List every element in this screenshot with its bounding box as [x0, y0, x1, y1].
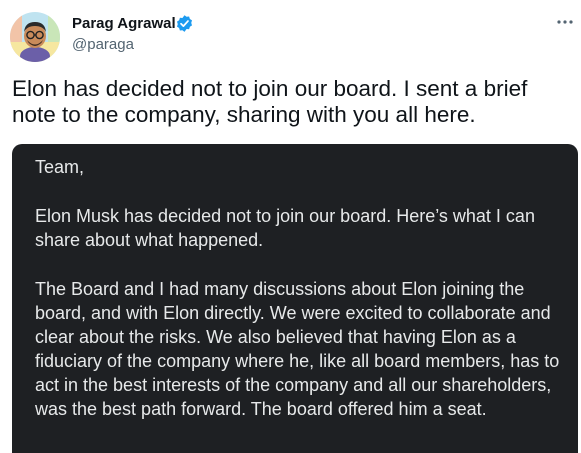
avatar[interactable]	[10, 12, 60, 62]
tweet: Parag Agrawal @paraga Elon has decided n…	[0, 0, 581, 453]
more-options-icon[interactable]	[555, 12, 575, 32]
avatar-image	[10, 12, 60, 62]
tweet-text: Elon has decided not to join our board. …	[12, 76, 528, 127]
note-paragraph: The Board and I had many discussions abo…	[35, 279, 560, 420]
note-greeting: Team,	[35, 157, 85, 177]
author-handle[interactable]: @paraga	[72, 35, 134, 55]
author-name[interactable]: Parag Agrawal	[72, 14, 176, 34]
verified-badge-icon	[176, 15, 193, 32]
note-paragraph: Elon Musk has decided not to join our bo…	[35, 206, 535, 251]
attached-note-image[interactable]: Team, Elon Musk has decided not to join …	[12, 144, 578, 453]
